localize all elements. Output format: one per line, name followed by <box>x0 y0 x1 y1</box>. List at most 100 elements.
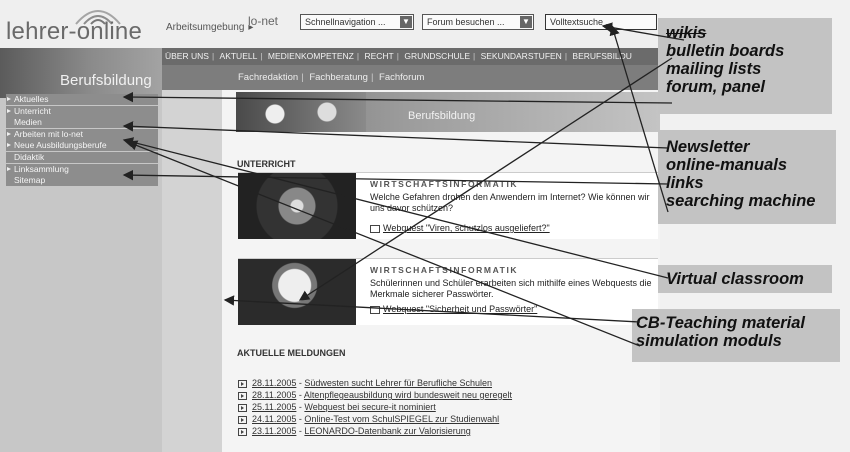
callout-line: Newsletter <box>666 138 750 156</box>
news-heading: AKTUELLE MELDUNGEN <box>237 348 346 358</box>
sidebar-item-label: Sitemap <box>14 175 46 186</box>
card-description: Welche Gefahren drohen den Anwendern im … <box>370 192 650 213</box>
callout-line: links <box>666 174 704 192</box>
sidebar-item-neue-ausbildungsberufe[interactable]: Neue Ausbildungsberufe <box>6 140 158 152</box>
arrow-box-icon <box>238 427 247 436</box>
top-navigation: ÜBER UNS | AKTUELL | MEDIENKOMPETENZ | RECH… <box>162 48 660 65</box>
subnav-item-fachberatung[interactable]: Fachberatung <box>309 72 368 83</box>
card-title: WIRTSCHAFTSINFORMATIK <box>370 179 519 189</box>
news-item[interactable]: 23.11.2005 - LEONARDO-Datenbank zur Valo… <box>238 425 658 437</box>
dropdown-arrow-icon[interactable]: ▼ <box>400 16 412 28</box>
subnav-item-fachforum[interactable]: Fachforum <box>379 72 424 83</box>
subnav-item-fachredaktion[interactable]: Fachredaktion <box>238 72 298 83</box>
card-title: WIRTSCHAFTSINFORMATIK <box>370 265 519 275</box>
arrow-box-icon <box>238 391 247 400</box>
sidebar-item-medien[interactable]: Medien <box>6 117 158 129</box>
callout-line: CB-Teaching material <box>636 314 806 332</box>
nav-item-sekundarstufen[interactable]: SEKUNDARSTUFEN <box>478 51 565 61</box>
sidebar-item-aktuelles[interactable]: Aktuelles <box>6 94 158 105</box>
news-item[interactable]: 25.11.2005 - Webquest bei secure-it nomi… <box>238 401 658 413</box>
callout-line: searching machine <box>666 192 816 210</box>
arrow-box-icon <box>238 379 247 388</box>
forum-select-value: Forum besuchen ... <box>427 17 505 27</box>
nav-item-berufsbildung[interactable]: BERUFSBILDU <box>569 51 635 61</box>
news-item[interactable]: 24.11.2005 - Online-Test vom SchulSPIEGE… <box>238 413 658 425</box>
nav-item-medienkompetenz[interactable]: MEDIENKOMPETENZ <box>265 51 357 61</box>
quick-navigation-value: Schnellnavigation ... <box>305 17 386 27</box>
virus-thumbnail[interactable] <box>238 173 356 239</box>
nav-item-ueber-uns[interactable]: ÜBER UNS <box>162 51 212 61</box>
news-item[interactable]: 28.11.2005 - Altenpflegeausbildung wird … <box>238 389 658 401</box>
sidebar-item-label: Neue Ausbildungsberufe <box>14 140 107 151</box>
news-text: LEONARDO-Datenbank zur Valorisierung <box>304 426 471 436</box>
lo-net-logo[interactable]: lo-net <box>248 14 296 36</box>
nav-item-recht[interactable]: RECHT <box>361 51 396 61</box>
news-text: Südwesten sucht Lehrer für Berufliche Sc… <box>304 378 492 388</box>
news-text: Altenpflegeausbildung wird bundesweit ne… <box>303 390 513 400</box>
callout-line: simulation moduls <box>636 332 782 350</box>
callout-line: wikis <box>666 24 707 42</box>
bullet-arrow-icon <box>7 108 11 113</box>
sidebar-item-label: Medien <box>14 117 42 128</box>
arrow-box-icon <box>238 415 247 424</box>
teaching-card: WIRTSCHAFTSINFORMATIK Schülerinnen und S… <box>238 258 658 325</box>
callout-line: mailing lists <box>666 60 762 78</box>
bullet-arrow-icon <box>7 166 11 171</box>
callout-line: Virtual classroom <box>666 270 804 288</box>
sub-navigation: Fachredaktion | Fachberatung | Fachforum <box>162 65 660 90</box>
nav-item-grundschule[interactable]: GRUNDSCHULE <box>401 51 473 61</box>
unterricht-heading: UNTERRICHT <box>237 159 296 169</box>
banner-photo <box>236 92 366 132</box>
dropdown-arrow-icon[interactable]: ▼ <box>520 16 532 28</box>
news-date: 23.11.2005 <box>252 426 297 436</box>
callout-line: bulletin boards <box>666 42 785 60</box>
site-logo[interactable]: lehrer-online <box>6 18 142 46</box>
link-icon <box>370 305 380 314</box>
bullet-arrow-icon <box>7 143 11 148</box>
callout-information-tools: Newsletter online-manuals links searchin… <box>658 130 836 224</box>
callout-line: forum, panel <box>666 78 766 96</box>
news-list: 28.11.2005 - Südwesten sucht Lehrer für … <box>238 377 658 437</box>
sidebar-item-didaktik[interactable]: Didaktik <box>6 151 158 163</box>
sidebar-item-label: Unterricht <box>14 105 51 116</box>
sidebar-item-linksammlung[interactable]: Linksammlung <box>6 163 158 175</box>
fulltext-search-input[interactable]: Volltextsuche ... <box>545 14 657 30</box>
section-title: Berufsbildung <box>60 72 152 89</box>
news-text: Webquest bei secure-it nominiert <box>304 402 436 412</box>
bullet-arrow-icon <box>7 131 11 136</box>
sidebar-menu: Aktuelles Unterricht Medien Arbeiten mit… <box>6 94 158 187</box>
news-date: 28.11.2005 <box>252 390 297 400</box>
callout-teaching-material: CB-Teaching material simulation moduls <box>632 309 840 362</box>
sidebar-item-arbeiten-mit-lo-net[interactable]: Arbeiten mit lo-net <box>6 128 158 140</box>
sidebar-item-unterricht[interactable]: Unterricht <box>6 105 158 117</box>
card-description: Schülerinnen und Schüler erarbeiten sich… <box>370 278 652 299</box>
sidebar-item-sitemap[interactable]: Sitemap <box>6 175 158 187</box>
fulltext-search-placeholder: Volltextsuche ... <box>550 17 614 27</box>
news-date: 25.11.2005 <box>252 402 297 412</box>
forum-select[interactable]: Forum besuchen ... ▼ <box>422 14 534 30</box>
breadcrumb-label[interactable]: Arbeitsumgebung <box>166 22 244 33</box>
callout-line: online-manuals <box>666 156 788 174</box>
news-text: Online-Test vom SchulSPIEGEL zur Studien… <box>304 414 500 424</box>
breadcrumb: Arbeitsumgebung ▸ <box>166 22 257 33</box>
nav-item-aktuell[interactable]: AKTUELL <box>217 51 261 61</box>
bullet-arrow-icon <box>7 97 11 101</box>
webquest-link[interactable]: Webquest "Sicherheit und Passwörter" <box>370 304 537 314</box>
content-banner-title: Berufsbildung <box>408 110 476 122</box>
sidebar-item-label: Aktuelles <box>14 94 49 104</box>
password-thumbnail[interactable] <box>238 259 356 325</box>
webquest-link-label: Webquest "Sicherheit und Passwörter" <box>383 304 538 314</box>
webquest-link-label: Webquest "Viren, schutzlos ausgeliefert?… <box>383 223 550 233</box>
news-item[interactable]: 28.11.2005 - Südwesten sucht Lehrer für … <box>238 377 658 389</box>
news-date: 24.11.2005 <box>252 414 297 424</box>
webquest-link[interactable]: Webquest "Viren, schutzlos ausgeliefert?… <box>370 223 550 233</box>
news-date: 28.11.2005 <box>252 378 297 388</box>
quick-navigation-select[interactable]: Schnellnavigation ... ▼ <box>300 14 414 30</box>
sidebar-item-label: Arbeiten mit lo-net <box>14 128 83 139</box>
sidebar-item-label: Linksammlung <box>14 163 69 174</box>
content-gutter <box>162 90 222 452</box>
callout-virtual-classroom: Virtual classroom <box>658 265 832 293</box>
link-icon <box>370 224 380 233</box>
arrow-box-icon <box>238 403 247 412</box>
sidebar-item-label: Didaktik <box>14 151 45 162</box>
